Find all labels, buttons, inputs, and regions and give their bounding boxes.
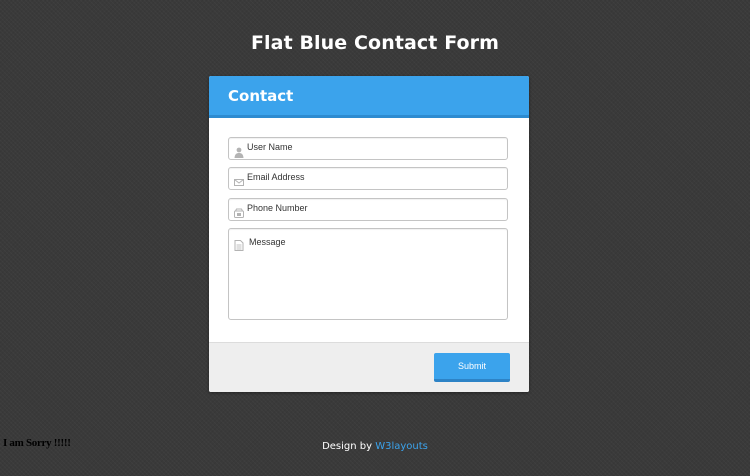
contact-form-title: Contact <box>228 87 294 105</box>
phone-icon <box>234 204 244 218</box>
footer-credit: Design by W3layouts <box>0 441 750 452</box>
user-icon <box>234 143 244 158</box>
username-field[interactable]: User Name <box>228 137 508 160</box>
contact-form-card: Contact User Name Email Address Phone Nu… <box>209 76 529 392</box>
phone-placeholder: Phone Number <box>247 203 308 213</box>
email-field[interactable]: Email Address <box>228 167 508 190</box>
submit-button[interactable]: Submit <box>434 353 510 382</box>
w3layouts-link[interactable]: W3layouts <box>375 441 428 452</box>
form-footer-bar: Submit <box>209 342 529 392</box>
credit-prefix: Design by <box>322 441 376 452</box>
page-title: Flat Blue Contact Form <box>250 32 500 54</box>
phone-field[interactable]: Phone Number <box>228 198 508 221</box>
contact-form-header: Contact <box>209 76 529 118</box>
sorry-message: I am Sorry !!!!! <box>3 437 71 449</box>
message-field[interactable]: Message <box>228 228 508 320</box>
message-placeholder: Message <box>249 237 286 247</box>
email-placeholder: Email Address <box>247 172 305 182</box>
username-placeholder: User Name <box>247 142 293 152</box>
envelope-icon <box>234 173 244 186</box>
document-icon <box>234 236 244 251</box>
